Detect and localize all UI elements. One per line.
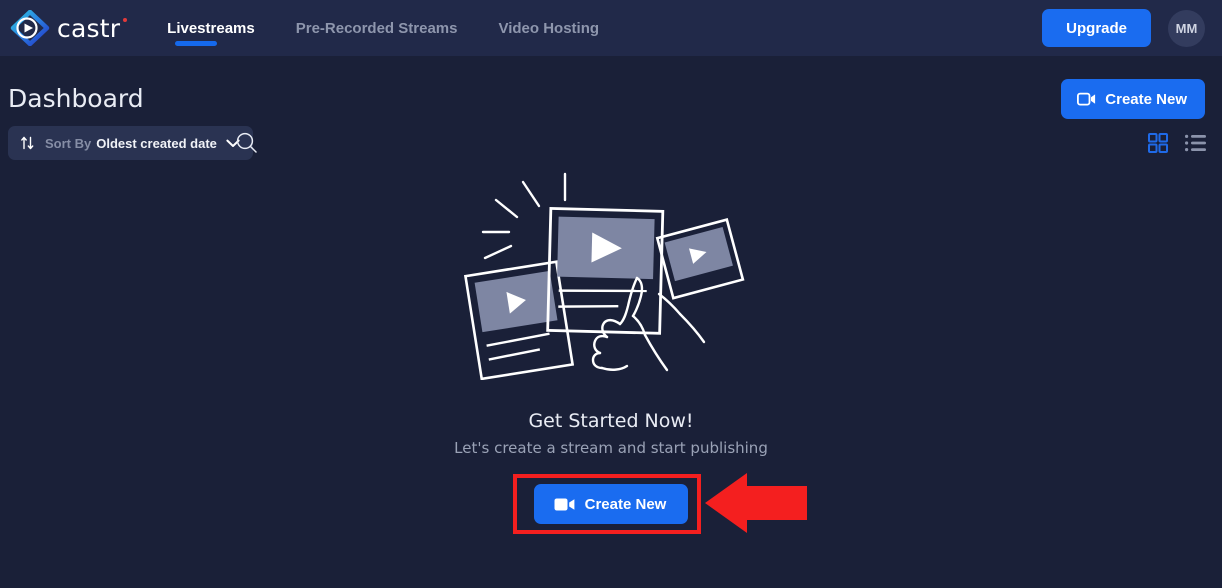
- castr-dashboard-page: castr Livestreams Pre-Recorded Streams V…: [0, 0, 1222, 588]
- castr-play-diamond-logo-icon: [10, 10, 50, 46]
- tab-livestreams[interactable]: Livestreams: [167, 0, 255, 56]
- video-camera-icon: [554, 498, 575, 510]
- avatar[interactable]: MM: [1168, 9, 1205, 47]
- search-icon: [236, 132, 257, 153]
- castr-logo-text: castr: [57, 16, 128, 41]
- search-button[interactable]: [234, 130, 260, 156]
- sort-by-label: Sort By: [45, 135, 92, 151]
- sort-arrows-icon: [21, 136, 34, 150]
- empty-state-subtitle: Let's create a stream and start publishi…: [454, 439, 768, 457]
- upgrade-button[interactable]: Upgrade: [1042, 9, 1151, 47]
- grid-view-button[interactable]: [1148, 133, 1168, 153]
- sort-by-value: Oldest created date: [96, 135, 217, 151]
- nav-tabs: Livestreams Pre-Recorded Streams Video H…: [167, 0, 640, 56]
- castr-logo[interactable]: castr: [10, 10, 128, 46]
- active-tab-indicator: [175, 41, 218, 46]
- video-camera-icon: [1077, 92, 1096, 106]
- tab-pre-recorded-streams[interactable]: Pre-Recorded Streams: [296, 0, 458, 56]
- tab-video-hosting[interactable]: Video Hosting: [498, 0, 599, 56]
- create-new-button-cta[interactable]: Create New: [533, 484, 689, 524]
- list-view-button[interactable]: [1185, 134, 1206, 152]
- create-new-button-cta-label: Create New: [584, 495, 667, 513]
- empty-state: Get Started Now! Let's create a stream a…: [0, 170, 1222, 524]
- tab-pre-recorded-streams-label: Pre-Recorded Streams: [295, 19, 458, 37]
- logo-dot: [123, 17, 128, 22]
- create-new-button-header-label: Create New: [1105, 90, 1187, 108]
- tab-livestreams-label: Livestreams: [167, 19, 255, 37]
- video-cards-hand-pointing-illustration: [463, 172, 745, 380]
- cta-wrapper: Create New: [533, 484, 689, 524]
- sort-by-dropdown[interactable]: Sort By Oldest created date: [8, 126, 253, 160]
- top-navigation-bar: castr Livestreams Pre-Recorded Streams V…: [0, 0, 1222, 56]
- nav-right-group: Upgrade MM: [1042, 9, 1205, 47]
- create-new-button-header[interactable]: Create New: [1061, 79, 1205, 119]
- view-mode-toggles: [1148, 133, 1206, 153]
- list-view-icon: [1185, 134, 1206, 152]
- page-title: Dashboard: [8, 84, 144, 113]
- tab-video-hosting-label: Video Hosting: [498, 19, 600, 37]
- empty-state-title: Get Started Now!: [528, 410, 694, 432]
- grid-view-icon: [1148, 133, 1168, 153]
